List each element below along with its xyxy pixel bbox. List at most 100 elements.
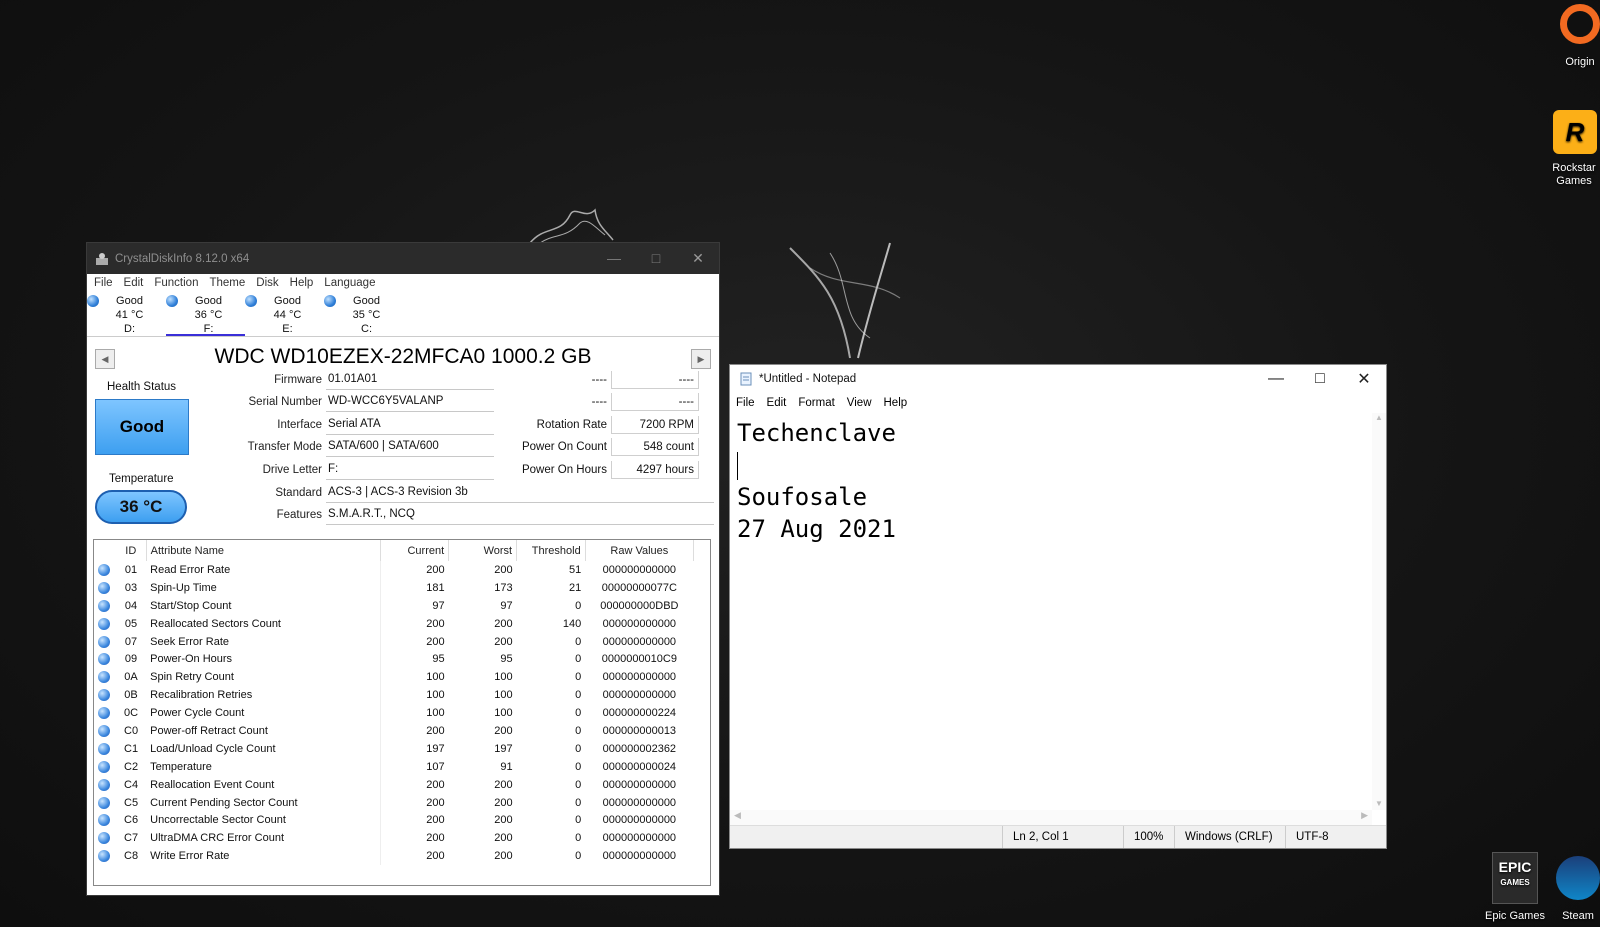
- menu-edit[interactable]: Edit: [767, 397, 787, 409]
- scroll-up-icon[interactable]: ▲: [1372, 413, 1386, 422]
- smart-row[interactable]: 0C Power Cycle Count 100 100 0 000000000224: [94, 704, 694, 723]
- minimize-button[interactable]: —: [593, 243, 635, 274]
- features-row: Features S.M.A.R.T., NCQ: [187, 505, 714, 525]
- next-disk-button[interactable]: ▶: [691, 349, 711, 369]
- menu-help[interactable]: Help: [884, 397, 908, 409]
- minimize-button[interactable]: —: [1254, 370, 1298, 388]
- status-bar: Ln 2, Col 1 100% Windows (CRLF) UTF-8: [730, 825, 1386, 848]
- status-dot-icon: [98, 760, 110, 773]
- smart-row[interactable]: C6 Uncorrectable Sector Count 200 200 0 00000…: [94, 811, 694, 830]
- col-attribute-name[interactable]: Attribute Name: [146, 540, 381, 561]
- attr-name: Spin Retry Count: [146, 668, 381, 687]
- attr-current: 200: [426, 724, 445, 737]
- smart-row[interactable]: 09 Power-On Hours 95 95 0 0000000010C9: [94, 650, 694, 669]
- smart-row[interactable]: C7 UltraDMA CRC Error Count 200 200 0 0000000…: [94, 829, 694, 848]
- attr-worst: 200: [494, 635, 513, 648]
- attr-name: Reallocated Sectors Count: [146, 614, 381, 633]
- menu-file[interactable]: File: [94, 277, 113, 289]
- attr-worst: 91: [500, 760, 513, 773]
- menu-function[interactable]: Function: [154, 277, 198, 289]
- smart-row[interactable]: C8 Write Error Rate 200 200 0 000000000000: [94, 847, 694, 866]
- menu-file[interactable]: File: [736, 397, 755, 409]
- col-threshold[interactable]: Threshold: [516, 540, 586, 561]
- smart-row[interactable]: C4 Reallocation Event Count 200 200 0 0000000…: [94, 775, 694, 794]
- drive-tab-e[interactable]: Good 44 °C E:: [245, 292, 324, 336]
- desktop-icon-origin[interactable]: Origin: [1555, 0, 1600, 68]
- transfer-value: SATA/600 | SATA/600: [326, 437, 494, 457]
- text-line: 27 Aug 2021: [737, 515, 896, 543]
- health-status-button[interactable]: Good: [95, 399, 189, 455]
- col-current[interactable]: Current: [380, 540, 450, 561]
- rotation-value: 7200 RPM: [611, 416, 699, 434]
- smart-row[interactable]: C1 Load/Unload Cycle Count 197 197 0 00000000…: [94, 739, 694, 758]
- col-id[interactable]: ID: [115, 540, 147, 561]
- scroll-down-icon[interactable]: ▼: [1372, 799, 1386, 808]
- attr-id: C7: [124, 832, 139, 845]
- title-bar[interactable]: *Untitled - Notepad — □ ✕: [730, 365, 1386, 393]
- smart-row[interactable]: C5 Current Pending Sector Count 200 200 0 000…: [94, 793, 694, 812]
- status-dot-icon: [94, 704, 116, 722]
- scroll-right-icon[interactable]: ▶: [1361, 810, 1368, 821]
- menu-view[interactable]: View: [847, 397, 872, 409]
- status-dot-icon: [98, 689, 110, 702]
- attr-raw: 00000000077C: [601, 581, 677, 594]
- status-dot-icon: [98, 563, 110, 576]
- close-button[interactable]: ✕: [677, 243, 719, 274]
- desktop-icon-epic[interactable]: EPIC GAMES Epic Games: [1480, 852, 1550, 922]
- title-bar[interactable]: CrystalDiskInfo 8.12.0 x64 — □ ✕: [87, 243, 719, 274]
- attr-current: 200: [426, 635, 445, 648]
- smart-row[interactable]: C2 Temperature 107 91 0 000000000024: [94, 757, 694, 776]
- smart-row[interactable]: 07 Seek Error Rate 200 200 0 000000000000: [94, 632, 694, 651]
- menu-language[interactable]: Language: [324, 277, 375, 289]
- maximize-button[interactable]: □: [1298, 370, 1342, 388]
- attr-worst: 100: [494, 689, 513, 702]
- power-count-value: 548 count: [611, 438, 699, 456]
- attr-threshold: 51: [568, 563, 582, 576]
- attr-threshold: 0: [575, 724, 582, 737]
- drive-tab-d[interactable]: Good 41 °C D:: [87, 292, 166, 336]
- attr-worst: 200: [494, 724, 513, 737]
- blank-row-1: ---- ----: [507, 370, 699, 390]
- notepad-window: *Untitled - Notepad — □ ✕ File Edit Form…: [729, 364, 1387, 849]
- scroll-left-icon[interactable]: ◀: [734, 810, 741, 821]
- vertical-scrollbar[interactable]: ▲ ▼: [1372, 413, 1386, 810]
- smart-row[interactable]: 05 Reallocated Sectors Count 200 200 140 0000…: [94, 614, 694, 633]
- attr-worst: 173: [494, 581, 513, 594]
- attr-id: C5: [124, 796, 139, 809]
- desktop-icon-steam[interactable]: Steam: [1556, 852, 1600, 922]
- text-editor[interactable]: Techenclave Soufosale 27 Aug 2021: [730, 413, 1372, 810]
- drive-tab-c[interactable]: Good 35 °C C:: [324, 292, 403, 336]
- col-raw-values[interactable]: Raw Values: [585, 540, 695, 561]
- close-button[interactable]: ✕: [1342, 369, 1386, 389]
- interface-row: Interface Serial ATA: [187, 415, 494, 435]
- smart-attributes-list[interactable]: ID Attribute Name Current Worst Threshol…: [93, 539, 711, 886]
- smart-row[interactable]: C0 Power-off Retract Count 200 200 0 00000000…: [94, 722, 694, 740]
- menu-format[interactable]: Format: [798, 397, 834, 409]
- attr-name: Read Error Rate: [146, 561, 381, 579]
- menu-theme[interactable]: Theme: [209, 277, 245, 289]
- drive-letter-value: F:: [326, 460, 494, 480]
- attr-current: 95: [432, 653, 445, 666]
- text-line: [737, 449, 1365, 481]
- attr-id: C0: [124, 724, 139, 737]
- col-worst[interactable]: Worst: [448, 540, 518, 561]
- menu-disk[interactable]: Disk: [256, 277, 278, 289]
- rotation-row: Rotation Rate 7200 RPM: [507, 415, 699, 435]
- smart-row[interactable]: 01 Read Error Rate 200 200 51 000000000000: [94, 561, 694, 579]
- smart-row[interactable]: 0A Spin Retry Count 100 100 0 000000000000: [94, 668, 694, 687]
- drive-tab-f[interactable]: Good 36 °C F:: [166, 292, 245, 336]
- standard-row: Standard ACS-3 | ACS-3 Revision 3b: [187, 483, 714, 503]
- smart-row[interactable]: 04 Start/Stop Count 97 97 0 000000000DBD: [94, 596, 694, 615]
- horizontal-scrollbar[interactable]: ◀ ▶: [730, 810, 1372, 826]
- maximize-button[interactable]: □: [635, 243, 677, 274]
- prev-disk-button[interactable]: ◀: [95, 349, 115, 369]
- wallpaper-wisp: [529, 208, 614, 244]
- attr-current: 100: [426, 671, 445, 684]
- smart-row[interactable]: 0B Recalibration Retries 100 100 0 0000000000…: [94, 686, 694, 705]
- status-dot-icon: [94, 579, 116, 597]
- smart-row[interactable]: 03 Spin-Up Time 181 173 21 00000000077C: [94, 578, 694, 597]
- menu-edit[interactable]: Edit: [124, 277, 144, 289]
- desktop-icon-rockstar[interactable]: R Rockstar Games: [1550, 110, 1600, 188]
- menu-help[interactable]: Help: [290, 277, 314, 289]
- attr-raw: 000000000024: [602, 760, 677, 773]
